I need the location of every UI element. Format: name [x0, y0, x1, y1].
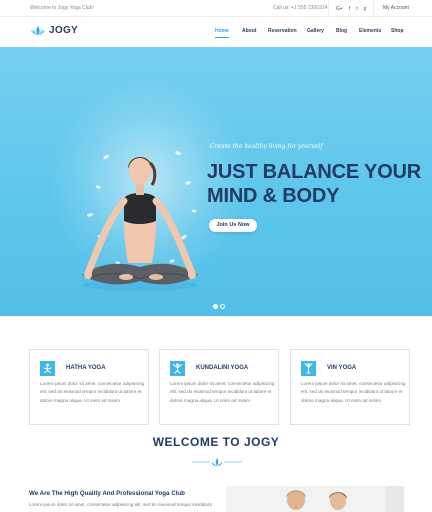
nav-shop[interactable]: Shop — [391, 28, 404, 34]
nav-active-underline — [215, 37, 229, 38]
yoga-class-image — [226, 486, 404, 512]
nav-blog[interactable]: Blog — [336, 28, 347, 34]
call-us-text: Call us: +1 555 2300314 — [273, 5, 328, 11]
welcome-title: WELCOME TO JOGY — [152, 435, 280, 449]
hero-title: JUST BALANCE YOUR MIND & BODY — [207, 160, 421, 208]
top-bar: Welcome to Jogy Yoga Club! Call us: +1 5… — [0, 0, 432, 17]
feature-card-hatha: HATHA YOGA Lorem ipsum dolor sit amet, c… — [29, 349, 149, 425]
nav-gallery[interactable]: Gallery — [307, 28, 324, 34]
yoga-pose-icon — [40, 361, 55, 376]
yoga-pose-icon — [301, 361, 316, 376]
hero-tagline: Create the healthy living for yourself — [210, 143, 323, 150]
twitter-icon[interactable]: t — [356, 6, 357, 12]
yoga-woman-image — [82, 151, 198, 291]
site-header: JOGY Home About Reservation Gallery Blog… — [0, 17, 432, 47]
feature-text: Lorem ipsum dolor sit amet, consectetur … — [301, 381, 406, 403]
nav-elements[interactable]: Elements — [359, 28, 381, 34]
about-text: Lorem ipsum dolor sit amet, consectetur … — [29, 502, 212, 507]
welcome-message: Welcome to Jogy Yoga Club! — [30, 5, 94, 11]
slider-dot-1[interactable] — [213, 304, 218, 309]
hero-title-line2: MIND & BODY — [207, 185, 340, 207]
feature-title: KUNDALINI YOGA — [196, 365, 249, 371]
social-links: G+ f t p — [328, 0, 375, 17]
main-nav: Home About Reservation Gallery Blog Elem… — [0, 28, 432, 38]
feature-card-vin: VIN YOGA Lorem ipsum dolor sit amet, con… — [290, 349, 410, 425]
facebook-icon[interactable]: f — [349, 6, 350, 12]
slider-dots — [213, 304, 227, 309]
my-account-link[interactable]: My Account — [383, 5, 409, 11]
about-heading: We Are The High Quality And Professional… — [29, 490, 185, 497]
feature-title: HATHA YOGA — [66, 365, 106, 371]
yoga-pose-icon — [170, 361, 185, 376]
feature-cards: HATHA YOGA Lorem ipsum dolor sit amet, c… — [29, 349, 411, 425]
pinterest-icon[interactable]: p — [364, 6, 367, 12]
google-plus-icon[interactable]: G+ — [336, 6, 343, 12]
feature-card-kundalini: KUNDALINI YOGA Lorem ipsum dolor sit ame… — [159, 349, 279, 425]
nav-reservation[interactable]: Reservation — [268, 28, 297, 34]
lotus-divider-icon — [192, 458, 242, 466]
feature-title: VIN YOGA — [327, 365, 357, 371]
nav-home[interactable]: Home — [215, 28, 229, 34]
join-us-button[interactable]: Join Us Now — [209, 219, 257, 232]
hero-title-line1: JUST BALANCE YOUR — [207, 161, 422, 183]
feature-text: Lorem ipsum dolor sit amet, consectetur … — [170, 381, 275, 403]
slider-dot-2[interactable] — [220, 304, 225, 309]
nav-about[interactable]: About — [242, 28, 256, 34]
hero-slider: Create the healthy living for yourself J… — [0, 47, 432, 316]
feature-text: Lorem ipsum dolor sit amet, consectetur … — [40, 381, 145, 403]
